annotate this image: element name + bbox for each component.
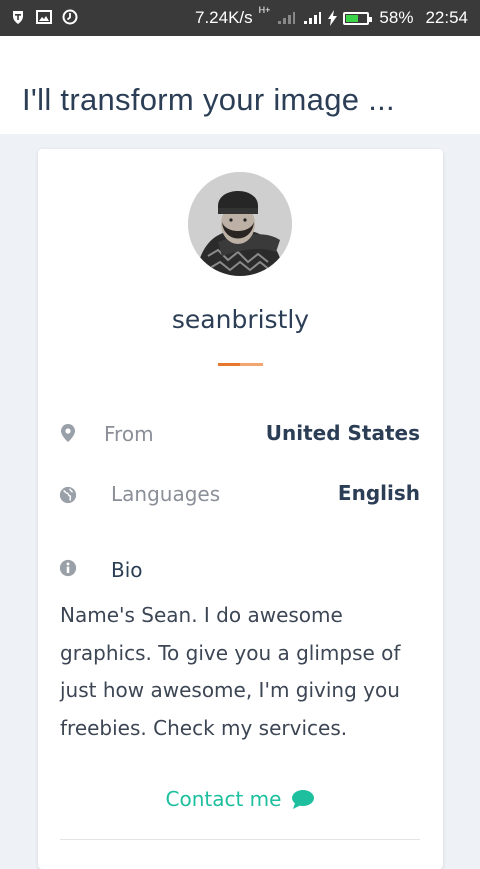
battery-percent: 58% <box>379 8 414 27</box>
charging-icon <box>328 10 338 26</box>
signal-icon <box>278 12 296 24</box>
network-speed: 7.24K/s <box>195 8 253 27</box>
avatar-image <box>188 172 292 276</box>
status-right: 7.24K/s H+ 58% 22:54 <box>195 5 468 28</box>
location-pin-icon <box>61 424 75 442</box>
from-value: United States <box>265 421 420 445</box>
clock-time: 22:54 <box>425 8 468 27</box>
signal-icon <box>304 12 322 24</box>
page-title: I'll transform your image ... <box>22 82 395 117</box>
status-left-icons <box>10 9 78 25</box>
image-icon <box>36 10 52 24</box>
shield-icon <box>13 11 23 24</box>
globe-icon <box>59 486 77 504</box>
network-type: H+ <box>258 5 271 15</box>
languages-label: Languages <box>111 482 221 506</box>
info-icon <box>59 559 77 577</box>
username[interactable]: seanbristly <box>38 305 443 334</box>
languages-value: English <box>337 481 420 505</box>
avatar[interactable] <box>188 172 292 276</box>
bio-label: Bio <box>111 558 143 582</box>
divider <box>60 839 420 840</box>
clock-icon <box>62 9 78 25</box>
from-label: From <box>104 422 154 446</box>
accent-underline <box>218 363 263 366</box>
chat-icon <box>292 790 315 809</box>
contact-me-label: Contact me <box>165 787 282 811</box>
status-bar: 7.24K/s H+ 58% 22:54 <box>0 0 480 36</box>
contact-me-button[interactable]: Contact me <box>38 787 443 811</box>
seller-profile-card: seanbristly From United States Languages… <box>38 149 443 869</box>
battery-icon <box>343 11 373 25</box>
bio-text: Name's Sean. I do awesome graphics. To g… <box>60 603 401 740</box>
